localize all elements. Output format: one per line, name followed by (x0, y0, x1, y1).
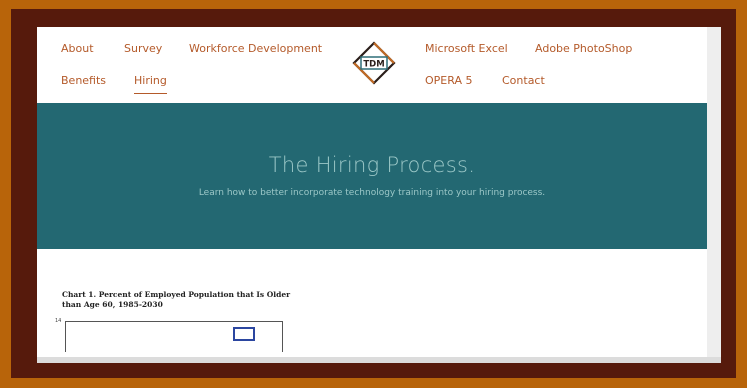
nav-contact[interactable]: Contact (502, 74, 545, 88)
logo-text: TDM (363, 60, 384, 70)
hero-subtitle: Learn how to better incorporate technolo… (198, 188, 546, 198)
web-page: About Survey Workforce Development Benef… (37, 27, 707, 363)
chart-legend-marker (233, 327, 255, 341)
nav-opera-5[interactable]: OPERA 5 (425, 74, 472, 88)
nav-workforce-development[interactable]: Workforce Development (189, 42, 322, 56)
horizontal-scrollbar[interactable] (37, 357, 721, 363)
nav-hiring[interactable]: Hiring (134, 74, 167, 94)
tdm-logo-icon: TDM (352, 41, 396, 85)
nav-microsoft-excel[interactable]: Microsoft Excel (425, 42, 508, 56)
hero-title: The Hiring Process. (268, 153, 476, 177)
chart-title: Chart 1. Percent of Employed Population … (62, 290, 291, 309)
nav-survey[interactable]: Survey (124, 42, 162, 56)
nav-benefits[interactable]: Benefits (61, 74, 106, 88)
nav-about[interactable]: About (61, 42, 94, 56)
vertical-scrollbar[interactable] (707, 27, 721, 363)
hero-banner: The Hiring Process. Learn how to better … (37, 103, 707, 249)
chart-y-tick: 14 (55, 318, 62, 324)
nav-adobe-photoshop[interactable]: Adobe PhotoShop (535, 42, 632, 56)
tdm-logo[interactable]: TDM (352, 41, 396, 85)
